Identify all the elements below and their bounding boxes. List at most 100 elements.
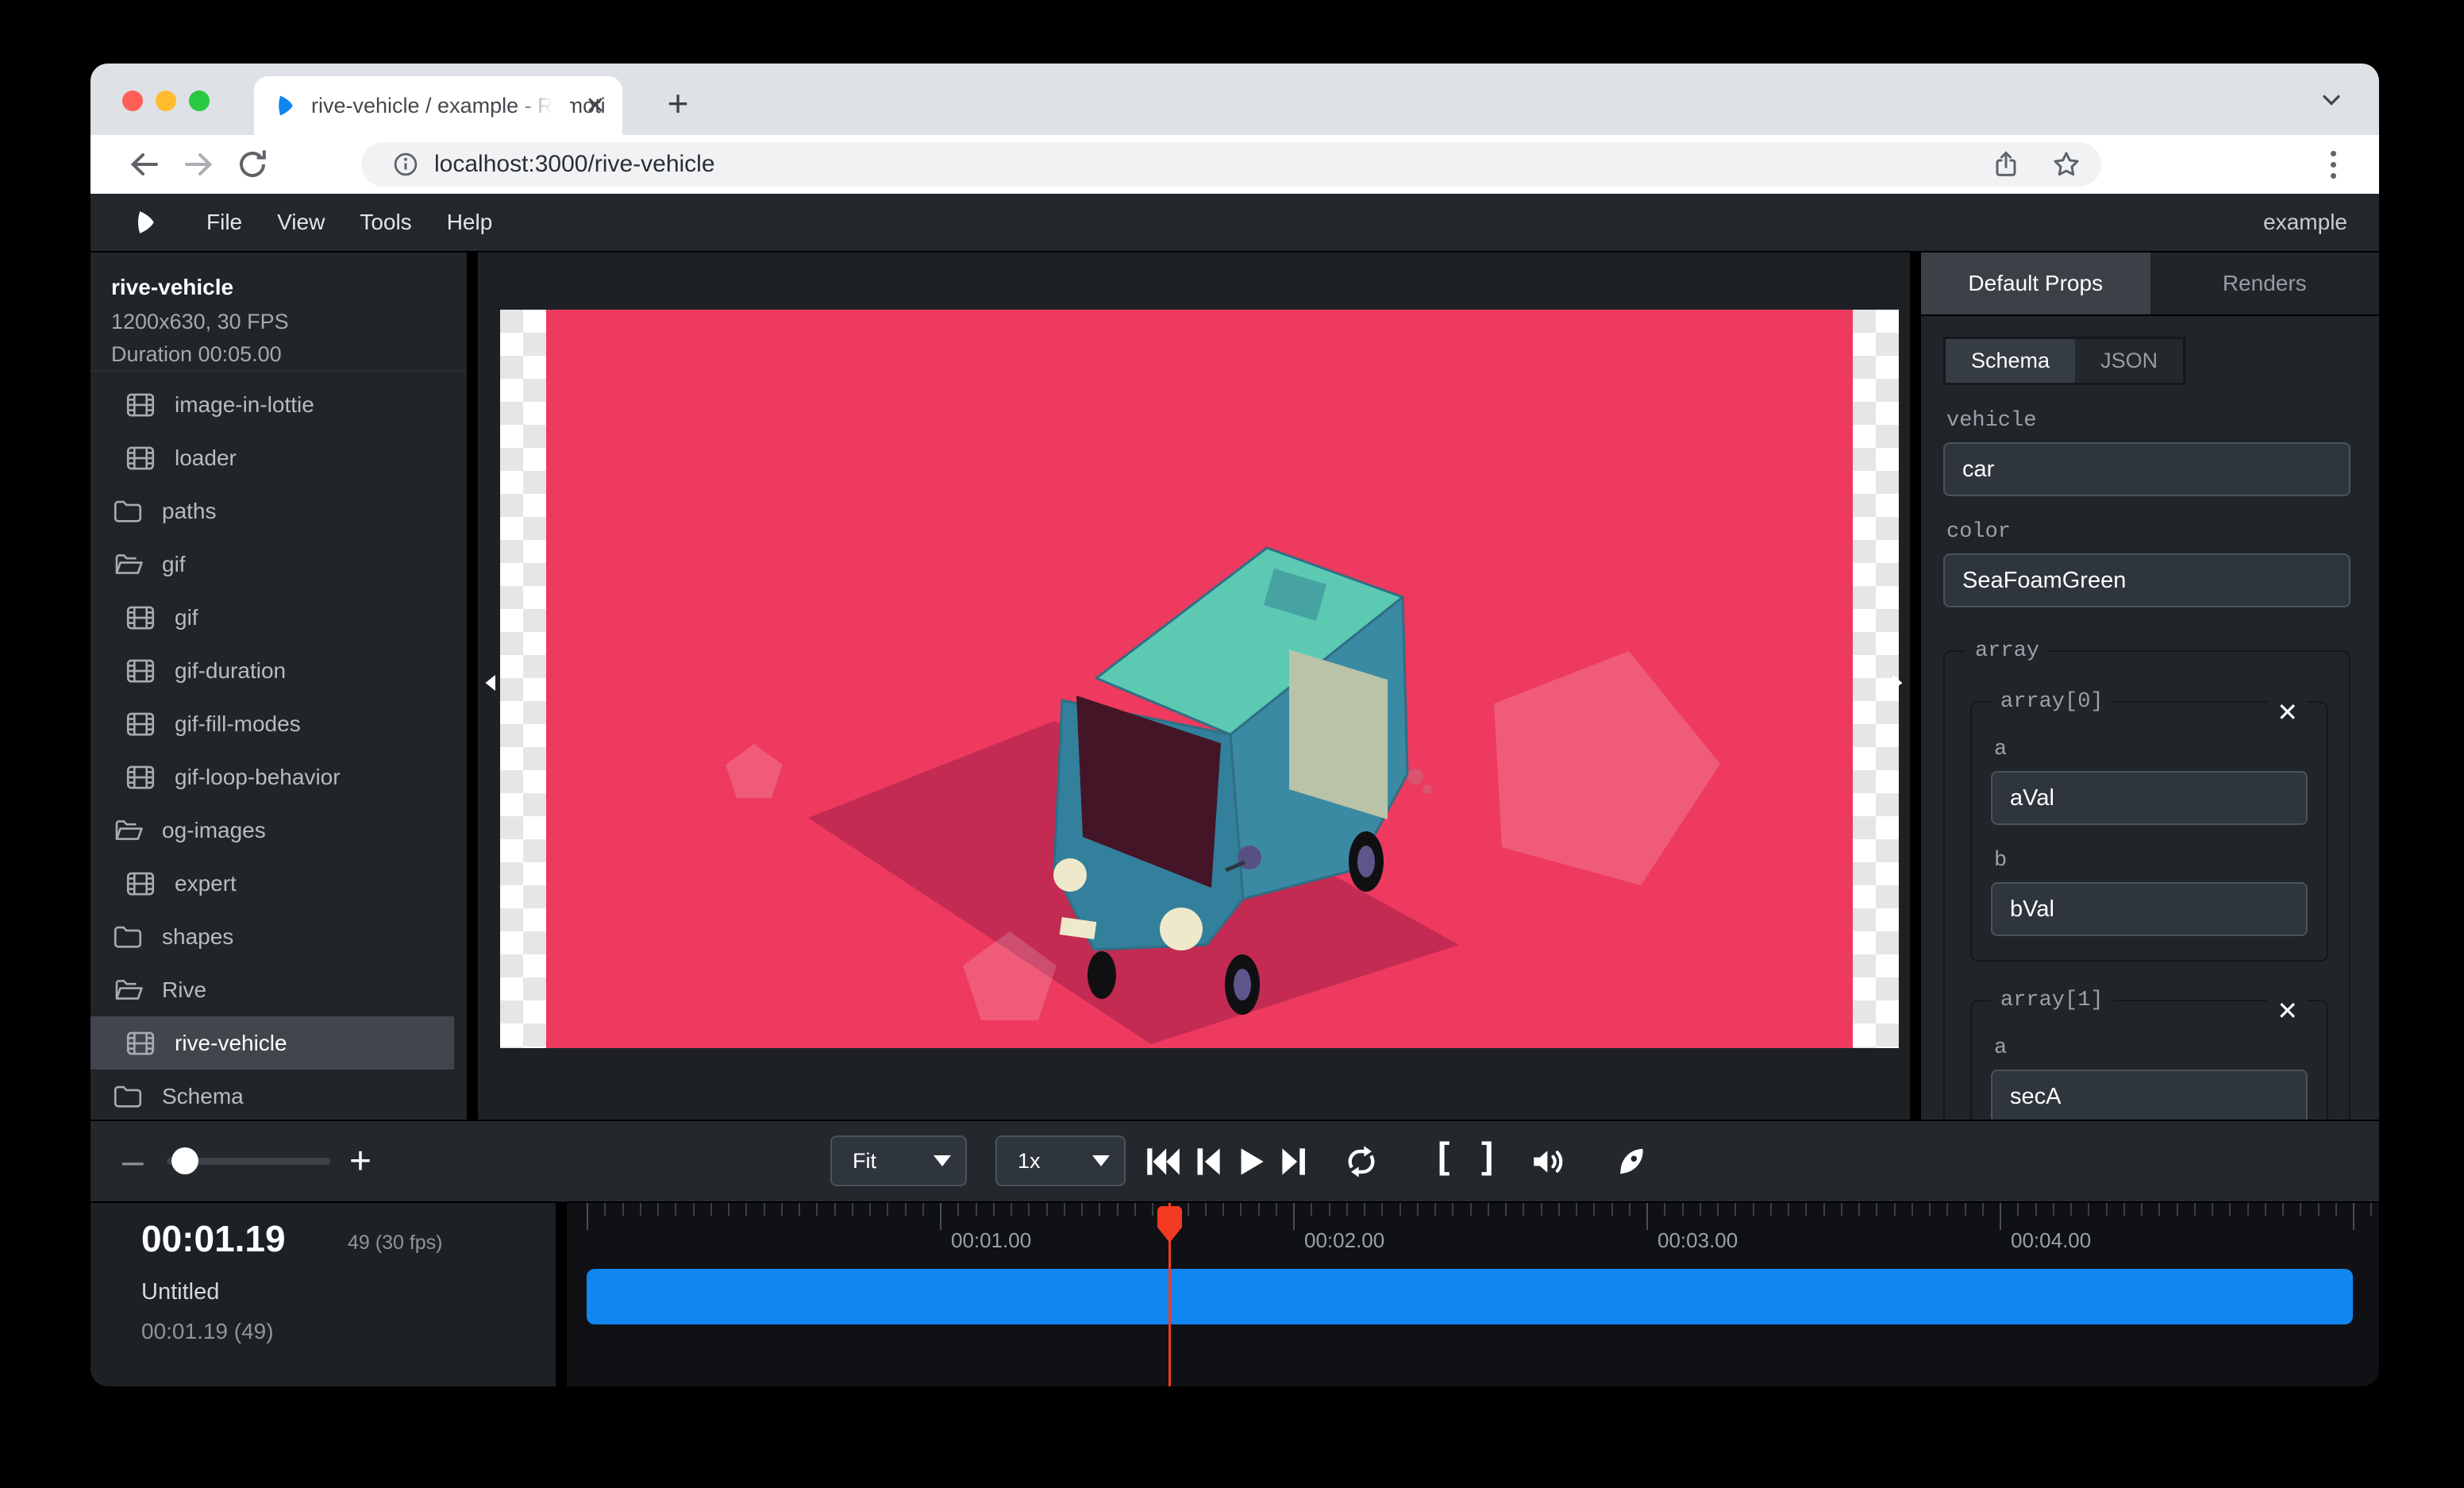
sidebar-item-label: image-in-lottie xyxy=(175,392,314,418)
sidebar-item-loader[interactable]: loader xyxy=(90,431,467,484)
ruler-tick xyxy=(1064,1203,1065,1216)
ruler-time-label: 00:03.00 xyxy=(1657,1228,1738,1253)
composition-canvas[interactable] xyxy=(500,310,1899,1048)
bookmark-star-icon[interactable] xyxy=(2050,148,2082,180)
zoom-slider-thumb[interactable] xyxy=(171,1147,198,1174)
timeline-divider xyxy=(556,1203,567,1386)
sidebar-item-gif-duration[interactable]: gif-duration xyxy=(90,644,467,697)
transparency-checker-left xyxy=(500,310,546,1048)
sidebar-item-label: expert xyxy=(175,871,237,896)
sidebar-item-gif[interactable]: gif xyxy=(90,538,467,591)
remove-array-item-icon[interactable]: ✕ xyxy=(2267,695,2308,730)
playback-rate-select[interactable]: 1x xyxy=(995,1135,1126,1186)
right-panel-resizer[interactable] xyxy=(1910,252,1921,1120)
sidebar-item-image-in-lottie[interactable]: image-in-lottie xyxy=(90,378,467,431)
canvas-zoom-slider[interactable] xyxy=(167,1121,330,1201)
ruler-tick xyxy=(1929,1203,1931,1216)
ruler-tick xyxy=(2318,1203,2320,1216)
browser-menu-icon[interactable] xyxy=(2316,147,2350,182)
site-info-icon[interactable] xyxy=(391,150,420,179)
menu-tools[interactable]: Tools xyxy=(342,210,429,235)
film-icon xyxy=(124,601,157,634)
volume-icon[interactable] xyxy=(1529,1142,1569,1182)
sidebar-item-label: loader xyxy=(175,445,237,471)
ruler-tick xyxy=(1276,1203,1277,1216)
reload-button[interactable] xyxy=(233,145,271,183)
minimize-window-button[interactable] xyxy=(156,91,176,111)
tab-title-fade xyxy=(514,76,570,135)
new-tab-button[interactable]: + xyxy=(656,81,700,125)
address-bar[interactable]: localhost:3000/rive-vehicle xyxy=(361,142,2101,187)
collapse-right-panel-icon[interactable] xyxy=(1885,665,1908,700)
playhead-handle[interactable] xyxy=(1157,1206,1182,1243)
sidebar-item-paths[interactable]: paths xyxy=(90,484,467,538)
sidebar-resizer[interactable] xyxy=(467,252,478,1120)
collapse-left-panel-icon[interactable] xyxy=(479,665,503,700)
preview-pane xyxy=(478,252,1910,1120)
skip-to-start-icon[interactable] xyxy=(1143,1142,1183,1182)
remove-array-item-icon[interactable]: ✕ xyxy=(2267,993,2308,1028)
ruler-tick xyxy=(2247,1203,2249,1216)
vehicle-input[interactable]: car xyxy=(1943,442,2350,496)
zoom-out-icon[interactable]: – xyxy=(122,1121,144,1201)
loop-icon[interactable] xyxy=(1342,1142,1381,1182)
share-icon[interactable] xyxy=(1990,148,2022,180)
track-name[interactable]: Untitled xyxy=(141,1279,219,1305)
tab-schema[interactable]: Schema xyxy=(1946,339,2075,383)
rocket-icon[interactable] xyxy=(1611,1142,1651,1182)
array-group: array array[0]✕aaValbbValarray[1]✕asecAb xyxy=(1943,639,2350,1120)
menu-help[interactable]: Help xyxy=(429,210,510,235)
previous-frame-icon[interactable] xyxy=(1188,1142,1227,1182)
in-bracket-icon[interactable]: [ xyxy=(1438,1134,1477,1174)
composition-list: image-in-lottieloaderpathsgifgifgif-dura… xyxy=(90,372,467,1120)
sidebar-item-gif-fill-modes[interactable]: gif-fill-modes xyxy=(90,697,467,750)
composition-duration: Duration 00:05.00 xyxy=(111,342,467,367)
browser-tab[interactable]: rive-vehicle / example - Remoti ✕ xyxy=(254,76,622,135)
zoom-window-button[interactable] xyxy=(189,91,210,111)
vehicle-label: vehicle xyxy=(1946,409,2350,433)
tab-renders[interactable]: Renders xyxy=(2150,252,2380,314)
ruler-tick xyxy=(976,1203,977,1216)
menu-file[interactable]: File xyxy=(189,210,260,235)
next-frame-icon[interactable] xyxy=(1275,1142,1315,1182)
ruler-tick xyxy=(710,1203,712,1216)
fit-select[interactable]: Fit xyxy=(830,1135,967,1186)
checkerboard-icon[interactable] xyxy=(1391,1140,1430,1180)
menu-view[interactable]: View xyxy=(260,210,342,235)
ruler-tick xyxy=(1152,1203,1153,1216)
timeline-track-area[interactable]: 00:01.0000:02.0000:03.0000:04.00 xyxy=(567,1203,2379,1386)
a-input[interactable]: aVal xyxy=(1991,771,2308,825)
sidebar-item-Schema[interactable]: Schema xyxy=(90,1070,467,1120)
back-button[interactable] xyxy=(125,145,164,183)
ruler-tick xyxy=(1894,1203,1896,1216)
color-input[interactable]: SeaFoamGreen xyxy=(1943,553,2350,607)
tab-search-chevron-icon[interactable] xyxy=(2317,86,2346,114)
timeline-clip-bar[interactable] xyxy=(587,1269,2353,1324)
ruler-tick xyxy=(2106,1203,2108,1216)
playhead[interactable] xyxy=(1168,1203,1171,1386)
props-panel: Default Props Renders Schema JSON vehicl… xyxy=(1921,252,2379,1120)
play-icon[interactable] xyxy=(1230,1142,1270,1182)
out-bracket-icon[interactable]: ] xyxy=(1481,1134,1521,1174)
sidebar-item-gif[interactable]: gif xyxy=(90,591,467,644)
tab-json[interactable]: JSON xyxy=(2075,339,2183,383)
sidebar-item-Rive[interactable]: Rive xyxy=(90,963,467,1016)
sidebar-item-rive-vehicle[interactable]: rive-vehicle xyxy=(90,1016,454,1070)
sidebar-item-expert[interactable]: expert xyxy=(90,857,467,910)
sidebar-item-gif-loop-behavior[interactable]: gif-loop-behavior xyxy=(90,750,467,804)
close-window-button[interactable] xyxy=(122,91,143,111)
chevron-down-icon xyxy=(1092,1155,1110,1166)
a-input[interactable]: secA xyxy=(1991,1070,2308,1120)
b-input[interactable]: bVal xyxy=(1991,882,2308,936)
forward-button[interactable] xyxy=(179,145,218,183)
ruler-tick xyxy=(1293,1203,1295,1230)
tab-default-props[interactable]: Default Props xyxy=(1921,252,2150,314)
sidebar-item-og-images[interactable]: og-images xyxy=(90,804,467,857)
ruler-tick xyxy=(1081,1203,1083,1216)
sidebar-item-shapes[interactable]: shapes xyxy=(90,910,467,963)
tab-close-icon[interactable]: ✕ xyxy=(581,91,610,120)
main-area: rive-vehicle 1200x630, 30 FPS Duration 0… xyxy=(90,252,2379,1120)
ruler-tick xyxy=(1470,1203,1472,1216)
zoom-in-icon[interactable]: + xyxy=(349,1121,372,1201)
ruler-tick xyxy=(2053,1203,2054,1216)
